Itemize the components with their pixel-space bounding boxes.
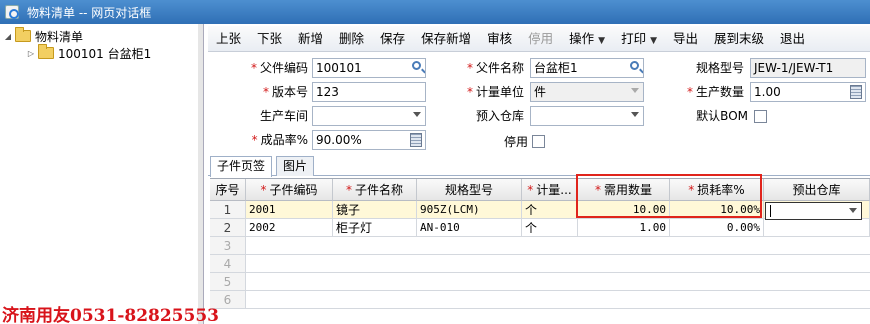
row-number: 5 [210,273,246,291]
tree-node-root[interactable]: ◢ 物料清单 [3,27,83,45]
parent-code-label: * 父件编码 [250,61,308,75]
empty-row [246,255,870,273]
unit-select[interactable]: 件 [530,82,644,102]
col-header-unit[interactable]: * 计量... [522,179,578,201]
unit-label: * 计量单位 [466,85,524,99]
exit-button[interactable]: 退出 [772,28,813,50]
pre-warehouse-select[interactable] [530,106,644,126]
empty-row [246,237,870,255]
chevron-down-icon [631,88,639,93]
col-header-name[interactable]: * 子件名称 [333,179,417,201]
window-title: 物料清单 -- 网页对话框 [27,5,152,20]
empty-row [246,291,870,309]
toolbar: 上张 下张 新增 删除 保存 保存新增 审核 停用 操作 ▼ 打印 ▼ 导出 展到末… [208,26,870,52]
tree-node-label: 100101 台盆柜1 [58,46,152,61]
col-header-warehouse[interactable]: 预出仓库 [764,179,870,201]
cell-loss[interactable]: 0.00% [670,219,764,237]
cell-loss[interactable]: 10.00% [670,201,764,219]
search-icon[interactable] [630,61,639,70]
cell-spec[interactable]: 905Z(LCM) [417,201,522,219]
calculator-icon[interactable] [850,85,862,99]
save-new-button[interactable]: 保存新增 [413,28,479,50]
folder-icon [15,27,31,42]
yield-rate-label: * 成品率% [251,133,308,147]
version-field[interactable]: 123 [312,82,426,102]
ie-app-icon [5,5,19,19]
chevron-down-icon [413,112,421,117]
expand-last-level-button[interactable]: 展到末级 [706,28,772,50]
cell-unit[interactable]: 个 [522,219,578,237]
tree-node-100101[interactable]: ▷ 100101 台盆柜1 [26,44,151,62]
cell-name[interactable]: 柜子灯 [333,219,417,237]
cell-code[interactable]: 2002 [246,219,333,237]
warehouse-edit-dropdown[interactable] [765,202,862,220]
default-bom-label: 默认BOM [696,109,748,123]
row-number: 2 [210,219,246,237]
parent-name-label: * 父件名称 [466,61,524,75]
folder-icon [38,44,54,59]
tab-strip: 子件页签 图片 [208,156,870,177]
row-number: 1 [210,201,246,219]
search-icon[interactable] [412,61,421,70]
export-button[interactable]: 导出 [665,28,706,50]
chevron-down-icon [631,112,639,117]
version-label: * 版本号 [262,85,308,99]
audit-button[interactable]: 审核 [479,28,520,50]
save-button[interactable]: 保存 [372,28,413,50]
calculator-icon[interactable] [410,133,422,147]
parent-name-field[interactable]: 台盆柜1 [530,58,644,78]
prev-button[interactable]: 上张 [208,28,249,50]
caret-down-icon: ▼ [650,35,657,46]
tab-children[interactable]: 子件页签 [210,156,273,177]
add-button[interactable]: 新增 [290,28,331,50]
delete-button[interactable]: 删除 [331,28,372,50]
col-header-qty[interactable]: * 需用数量 [578,179,670,201]
cell-unit[interactable]: 个 [522,201,578,219]
collapse-icon[interactable]: ◢ [3,32,13,41]
main-panel: 上张 下张 新增 删除 保存 保存新增 审核 停用 操作 ▼ 打印 ▼ 导出 展到末… [208,24,870,324]
cell-spec[interactable]: AN-010 [417,219,522,237]
bom-tree: ◢ 物料清单 ▷ 100101 台盆柜1 [0,24,204,324]
print-label: 打印 [621,30,647,46]
row-number: 4 [210,255,246,273]
chevron-down-icon[interactable] [849,208,857,213]
prod-qty-field[interactable]: 1.00 [750,82,866,102]
default-bom-checkbox[interactable] [754,110,767,123]
pre-warehouse-label: 预入仓库 [475,109,524,123]
caret-down-icon: ▼ [598,35,606,46]
empty-row [246,273,870,291]
yield-rate-field[interactable]: 90.00% [312,130,426,150]
col-header-spec[interactable]: 规格型号 [417,179,522,201]
spec-model-label: 规格型号 [695,61,744,75]
tab-images[interactable]: 图片 [276,156,315,176]
operate-label: 操作 [569,30,595,46]
cell-qty[interactable]: 10.00 [578,201,670,219]
children-grid: 序号 * 子件编码 * 子件名称 规格型号 * 计量... * 需用数量 * 损耗率% 预… [210,178,870,324]
prod-qty-label: * 生产数量 [686,85,744,99]
cell-qty[interactable]: 1.00 [578,219,670,237]
disabled-label: 停用 [503,135,528,149]
expand-icon[interactable]: ▷ [26,49,36,58]
parent-code-field[interactable]: 100101 [312,58,426,78]
workshop-select[interactable] [312,106,426,126]
cell-warehouse[interactable] [764,219,870,237]
cell-code[interactable]: 2001 [246,201,333,219]
tree-node-label: 物料清单 [35,29,84,44]
print-menu-button[interactable]: 打印 ▼ [613,28,665,50]
watermark-text: 济南用友0531-82825553 [2,306,219,324]
cell-name[interactable]: 镜子 [333,201,417,219]
disabled-checkbox[interactable] [532,135,545,148]
tree-splitter[interactable] [198,24,203,324]
operate-menu-button[interactable]: 操作 ▼ [561,28,613,50]
title-bar: 物料清单 -- 网页对话框 [0,0,870,24]
text-cursor [770,205,771,217]
col-header-loss[interactable]: * 损耗率% [670,179,764,201]
col-header-no: 序号 [210,179,246,201]
workshop-label: 生产车间 [259,109,308,123]
next-button[interactable]: 下张 [249,28,290,50]
spec-model-field: JEW-1/JEW-T1 [750,58,866,78]
disable-button[interactable]: 停用 [520,28,561,50]
col-header-code[interactable]: * 子件编码 [246,179,333,201]
row-number: 3 [210,237,246,255]
